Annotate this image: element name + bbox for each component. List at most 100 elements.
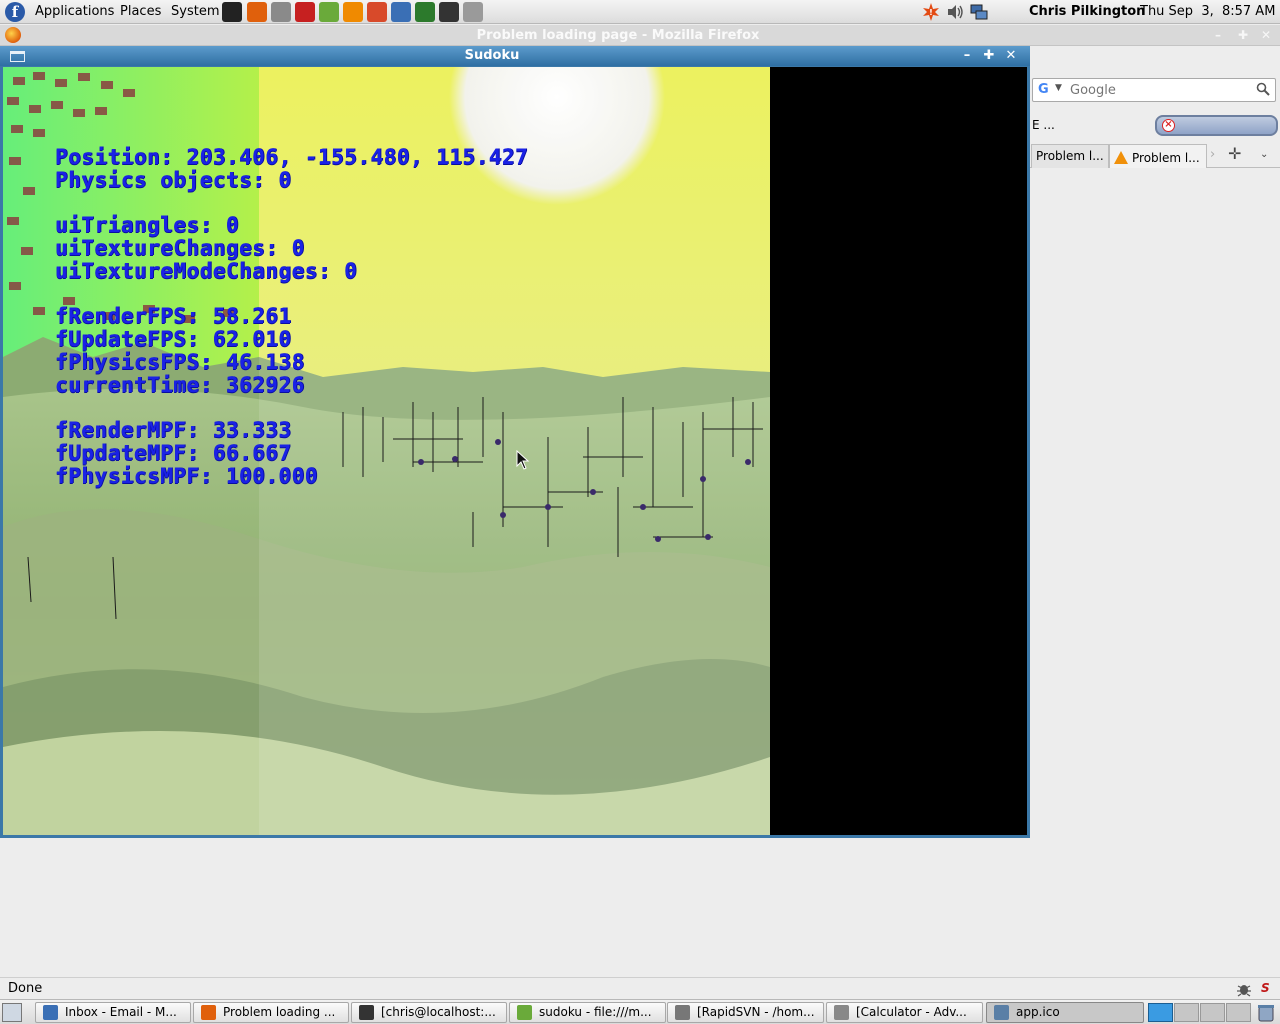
stats-line: fRenderFPS: 58.261 — [55, 304, 292, 328]
search-engine-selector[interactable]: G ▼ — [1035, 81, 1067, 99]
applications-menu[interactable]: Applications — [35, 4, 114, 19]
warning-icon — [1114, 151, 1128, 164]
system-menu[interactable]: System — [171, 4, 219, 19]
taskbar-button[interactable]: [chris@localhost:... — [351, 1002, 507, 1023]
firefox-titlebar: Problem loading page - Mozilla Firefox –… — [0, 25, 1280, 46]
tab-label: Problem l... — [1132, 151, 1200, 165]
clock[interactable]: Thu Sep 3, 8:57 AM — [1140, 4, 1275, 19]
terminal-icon — [359, 1005, 374, 1020]
debug-stats-overlay: Position: 203.406, -155.480, 115.427 Phys… — [55, 146, 528, 488]
stats-line: uiTextureModeChanges: 0 — [55, 259, 358, 283]
trash-icon[interactable] — [1256, 1003, 1276, 1022]
taskbar-button[interactable]: [Calculator - Adv... — [826, 1002, 983, 1023]
search-input[interactable] — [1070, 81, 1254, 99]
window-icon — [994, 1005, 1009, 1020]
stats-line: fUpdateMPF: 66.667 — [55, 441, 292, 465]
rapidsvn-icon — [675, 1005, 690, 1020]
mouse-cursor-icon — [516, 450, 530, 470]
places-menu[interactable]: Places — [120, 4, 161, 19]
svg-text:!: ! — [929, 8, 933, 17]
firefox-window-title: Problem loading page - Mozilla Firefox — [476, 28, 760, 43]
sudoku-titlebar[interactable]: Sudoku – ✚ ✕ — [0, 46, 1030, 66]
stats-line: fPhysicsMPF: 100.000 — [55, 464, 318, 488]
taskbar-button-label: [chris@localhost:... — [381, 1005, 496, 1019]
stats-line: fRenderMPF: 33.333 — [55, 418, 292, 442]
status-text: Done — [8, 981, 43, 996]
disk-launcher-icon[interactable] — [463, 2, 483, 22]
user-name[interactable]: Chris Pilkington — [1029, 4, 1145, 19]
terminal-launcher-icon[interactable] — [439, 2, 459, 22]
sudoku-window-title: Sudoku — [464, 48, 520, 63]
taskbar-button[interactable]: [RapidSVN - /hom... — [667, 1002, 824, 1023]
taskbar-button[interactable]: sudoku - file:///m... — [509, 1002, 666, 1023]
search-icon[interactable] — [1256, 82, 1270, 96]
minimize-icon[interactable]: – — [958, 47, 976, 65]
inkscape-launcher-icon[interactable] — [222, 2, 242, 22]
firefox-status-bar: Done S — [0, 977, 1280, 999]
workspace-1[interactable] — [1148, 1003, 1173, 1022]
workspace-2[interactable] — [1174, 1003, 1199, 1022]
taskbar-button-label: Inbox - Email - M... — [65, 1005, 177, 1019]
tab-problem-loading-2[interactable]: Problem l... — [1109, 144, 1207, 168]
close-icon[interactable]: ✕ — [1002, 47, 1020, 65]
taskbar-button-label: Problem loading ... — [223, 1005, 336, 1019]
fedora-logo-icon[interactable]: f — [5, 2, 25, 22]
stats-line: uiTriangles: 0 — [55, 213, 240, 237]
stats-line: fUpdateFPS: 62.010 — [55, 327, 292, 351]
stop-icon[interactable]: × — [1162, 119, 1175, 132]
sudoku-window: Sudoku – ✚ ✕ Position: 203.406, -155.480… — [0, 46, 1030, 838]
filezilla-launcher-icon[interactable] — [295, 2, 315, 22]
thunderbird-icon — [43, 1005, 58, 1020]
new-tab-icon[interactable]: ✛ — [1228, 144, 1241, 163]
bug-icon — [517, 1005, 532, 1020]
thunderbird-launcher-icon[interactable] — [391, 2, 411, 22]
workspace-4[interactable] — [1226, 1003, 1251, 1022]
close-icon[interactable]: ✕ — [1261, 28, 1271, 42]
stats-line: Position: 203.406, -155.480, 115.427 — [55, 145, 529, 169]
stats-line: fPhysicsFPS: 46.138 — [55, 350, 305, 374]
tab-problem-loading-1[interactable]: Problem l... — [1031, 144, 1109, 168]
system-monitor-launcher-icon[interactable] — [415, 2, 435, 22]
chevron-down-icon: ▼ — [1055, 83, 1062, 93]
volume-icon[interactable] — [946, 3, 964, 21]
stats-line: Physics objects: 0 — [55, 168, 292, 192]
loading-progress: × — [1155, 115, 1278, 136]
firefox-launcher-icon[interactable] — [247, 2, 267, 22]
stats-spacer — [55, 192, 528, 214]
calculator-icon — [834, 1005, 849, 1020]
top-panel: f Applications Places System ! Chris Pil… — [0, 0, 1280, 24]
bug-launcher-icon[interactable] — [319, 2, 339, 22]
workspace-3[interactable] — [1200, 1003, 1225, 1022]
taskbar-button-label: [Calculator - Adv... — [856, 1005, 967, 1019]
google-icon: G — [1038, 82, 1049, 97]
stats-line: currentTime: 362926 — [55, 373, 305, 397]
taskbar-button[interactable]: app.ico — [986, 1002, 1144, 1023]
stats-spacer — [55, 397, 528, 419]
update-notifier-icon[interactable]: ! — [922, 3, 940, 21]
mib-launcher-icon[interactable] — [367, 2, 387, 22]
firebug-icon[interactable] — [1236, 981, 1252, 997]
stats-spacer — [55, 283, 528, 305]
printer-launcher-icon[interactable] — [271, 2, 291, 22]
taskbar-button-label: [RapidSVN - /hom... — [697, 1005, 815, 1019]
taskbar-button[interactable]: Problem loading ... — [193, 1002, 349, 1023]
tab-scroll-right-icon[interactable]: › — [1210, 147, 1215, 162]
stats-line: uiTextureChanges: 0 — [55, 236, 305, 260]
bottom-panel: Inbox - Email - M... Problem loading ... [… — [0, 999, 1280, 1024]
bookmark-item[interactable]: E ... — [1032, 118, 1055, 132]
taskbar-button-label: app.ico — [1016, 1005, 1060, 1019]
maximize-icon[interactable]: ✚ — [1238, 28, 1248, 42]
taskbar-button[interactable]: Inbox - Email - M... — [35, 1002, 191, 1023]
minimize-icon[interactable]: – — [1215, 28, 1221, 42]
network-icon[interactable] — [970, 3, 988, 21]
maximize-icon[interactable]: ✚ — [980, 47, 998, 65]
tab-label: Problem l... — [1036, 149, 1104, 163]
tab-list-icon[interactable]: ⌄ — [1260, 149, 1268, 160]
vlc-launcher-icon[interactable] — [343, 2, 363, 22]
show-desktop-button[interactable] — [2, 1003, 22, 1022]
game-viewport[interactable]: Position: 203.406, -155.480, 115.427 Phys… — [3, 67, 1027, 835]
search-box: G ▼ — [1032, 78, 1276, 102]
addon-s-icon[interactable]: S — [1261, 981, 1270, 995]
taskbar-button-label: sudoku - file:///m... — [539, 1005, 652, 1019]
firefox-tab-bar: Problem l... Problem l... › ✛ ⌄ — [1029, 142, 1280, 168]
